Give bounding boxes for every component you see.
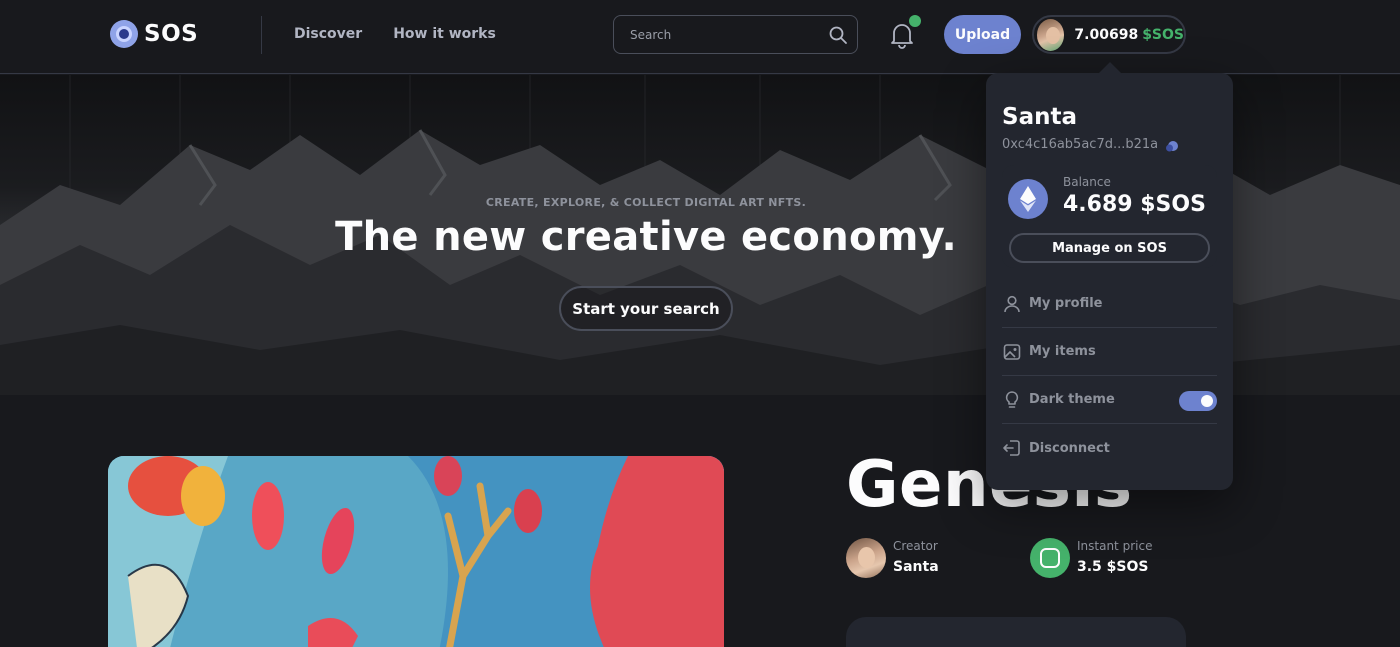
main-nav: Discover How it works: [294, 26, 496, 42]
creator-info[interactable]: Creator Santa: [846, 538, 939, 578]
menu-item-label: Dark theme: [1029, 392, 1115, 407]
user-icon: [1004, 295, 1020, 312]
start-search-button[interactable]: Start your search: [559, 286, 733, 331]
nav-discover[interactable]: Discover: [294, 26, 362, 42]
logo-icon: [110, 20, 138, 48]
price-info: Instant price 3.5 $SOS: [1030, 538, 1152, 578]
artwork-painting: [108, 456, 724, 647]
wallet-button[interactable]: 7.00698 $SOS: [1032, 15, 1186, 54]
copy-icon[interactable]: [1164, 139, 1180, 153]
menu-item-label: My profile: [1029, 296, 1103, 311]
creator-label: Creator: [893, 539, 938, 553]
wallet-currency: $SOS: [1142, 26, 1184, 43]
menu-item-my-items[interactable]: My items: [1002, 328, 1217, 376]
image-icon: [1003, 343, 1021, 360]
wallet-address: 0xc4c16ab5ac7d...b21a: [1002, 137, 1159, 152]
header-divider: [261, 16, 262, 54]
wallet-balance: 7.00698: [1074, 26, 1139, 43]
logo-text: SOS: [144, 21, 199, 47]
creator-avatar: [846, 538, 886, 578]
price-value: 3.5 $SOS: [1077, 559, 1149, 575]
creator-name: Santa: [893, 559, 939, 575]
lightbulb-icon: [1005, 390, 1019, 408]
menu-item-my-profile[interactable]: My profile: [1002, 280, 1217, 328]
bid-card: [846, 617, 1186, 647]
menu-item-label: Disconnect: [1029, 440, 1110, 456]
price-label: Instant price: [1077, 539, 1153, 553]
search-input[interactable]: [614, 16, 824, 53]
balance-label: Balance: [1063, 175, 1111, 189]
manage-button[interactable]: Manage on SOS: [1009, 233, 1210, 263]
logout-icon: [1003, 440, 1020, 456]
profile-dropdown: Santa 0xc4c16ab5ac7d...b21a Balance 4.68…: [986, 73, 1233, 490]
balance-value: 4.689 $SOS: [1063, 192, 1206, 217]
notification-dot: [909, 15, 921, 27]
price-icon: [1030, 538, 1070, 578]
menu-item-dark-theme: Dark theme: [1002, 376, 1217, 424]
profile-name: Santa: [1002, 104, 1077, 130]
dropdown-arrow-icon: [1098, 62, 1122, 74]
top-header: SOS Discover How it works Upload 7.00698…: [0, 0, 1400, 74]
search-box: [613, 15, 858, 54]
nav-how-it-works[interactable]: How it works: [393, 26, 496, 42]
balance-card: Balance 4.689 $SOS Manage on SOS: [1002, 165, 1217, 268]
upload-button[interactable]: Upload: [944, 15, 1021, 54]
logo[interactable]: SOS: [110, 20, 198, 48]
ethereum-icon: [1008, 179, 1048, 219]
dark-theme-toggle[interactable]: [1179, 391, 1217, 411]
artwork-image[interactable]: [108, 456, 724, 647]
menu-item-disconnect[interactable]: Disconnect: [1002, 424, 1217, 472]
menu-item-label: My items: [1029, 344, 1096, 359]
search-icon[interactable]: [828, 25, 848, 45]
avatar: [1037, 18, 1065, 51]
